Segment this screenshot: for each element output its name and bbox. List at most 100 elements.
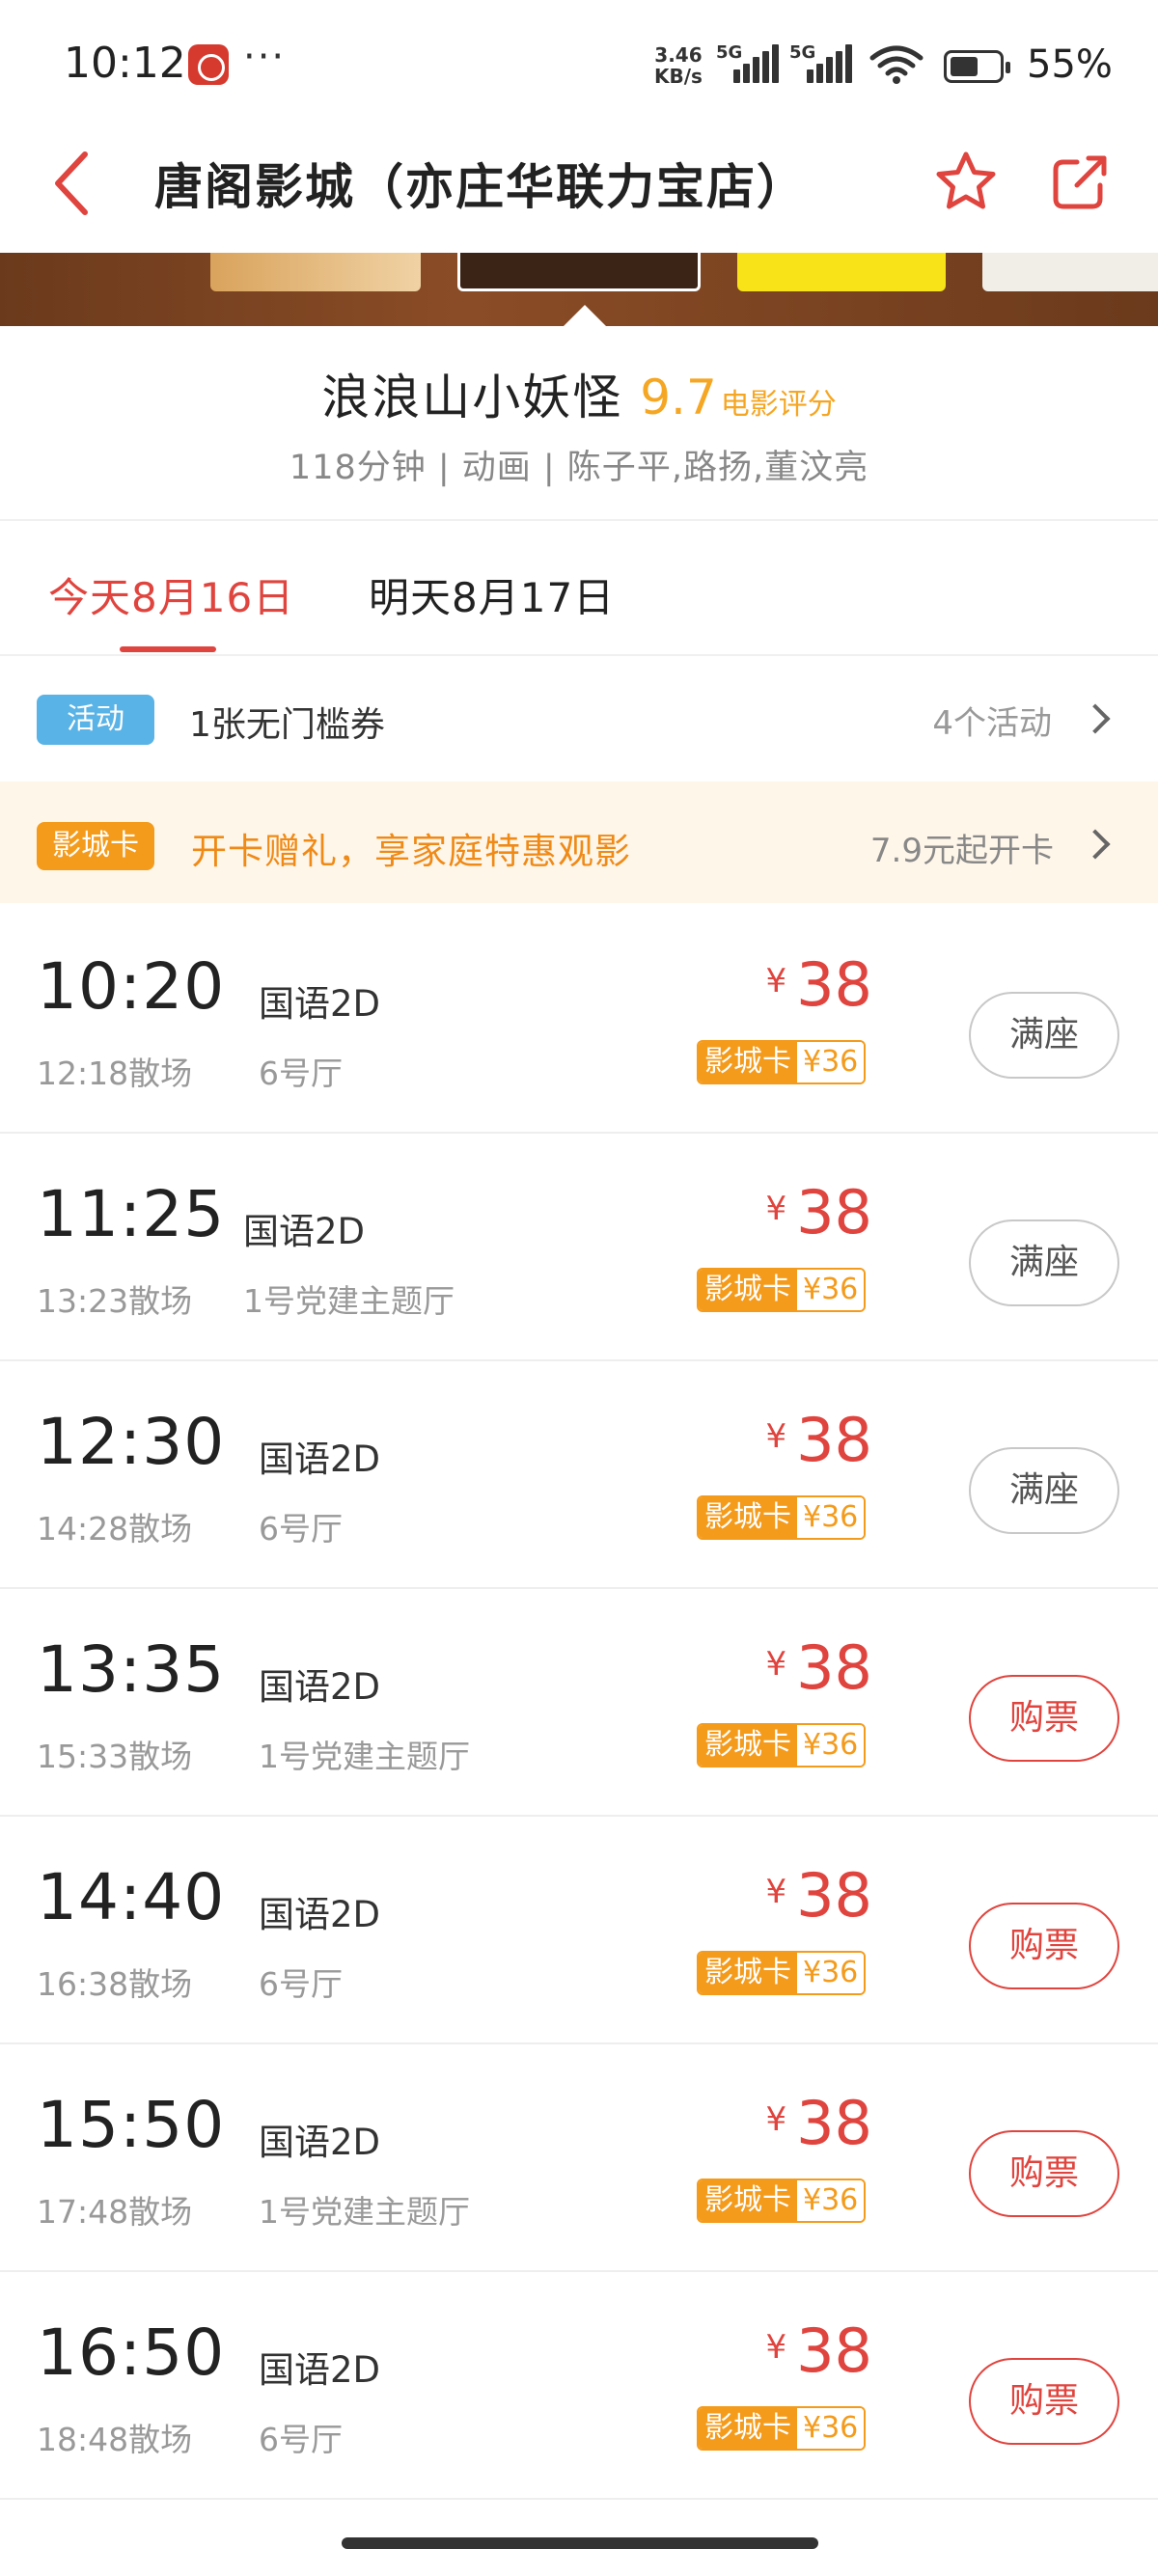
show-price: ¥38 xyxy=(765,949,872,1020)
movie-title-row: 浪浪山小妖怪 9.7 电影评分 xyxy=(0,359,1158,428)
currency-symbol: ¥ xyxy=(765,1417,787,1456)
currency-symbol: ¥ xyxy=(765,2328,787,2367)
app-notification-icon xyxy=(188,44,229,85)
show-end-time: 14:28散场 xyxy=(37,1510,193,1548)
activity-count: 4个活动 xyxy=(932,704,1052,743)
price-value: 38 xyxy=(796,1860,872,1931)
show-price: ¥38 xyxy=(765,1405,872,1475)
show-price: ¥38 xyxy=(765,2088,872,2158)
price-value: 38 xyxy=(796,949,872,1020)
show-hall: 6号厅 xyxy=(259,1510,343,1548)
show-language: 国语2D xyxy=(243,1211,366,1252)
divider xyxy=(0,654,1158,656)
status-bar: 10:12 ··· 3.46 KB/s 5G 5G 55% xyxy=(0,0,1158,130)
card-tag-label: 影城卡 xyxy=(699,2408,797,2449)
status-time: 10:12 xyxy=(64,39,186,88)
card-price-tag: 影城卡 ¥36 xyxy=(697,2406,867,2451)
card-tag-price: ¥36 xyxy=(797,2180,865,2221)
showtime-row[interactable]: 10:20 12:18散场 国语2D 6号厅 ¥38 影城卡 ¥36 满座 xyxy=(0,907,1158,1134)
show-end-time: 15:33散场 xyxy=(37,1738,193,1775)
price-value: 38 xyxy=(796,1177,872,1247)
date-tabs: 今天8月16日 明天8月17日 xyxy=(0,521,1158,656)
chevron-right-icon xyxy=(1080,829,1111,860)
card-price-tag: 影城卡 ¥36 xyxy=(697,2179,867,2223)
net-speed-value: 3.46 xyxy=(654,43,703,67)
show-price: ¥38 xyxy=(765,1177,872,1247)
show-end-time: 16:38散场 xyxy=(37,1965,193,2003)
cinema-card-badge: 影城卡 xyxy=(37,822,154,870)
signal-icon xyxy=(733,44,782,83)
price-value: 38 xyxy=(796,2316,872,2386)
movie-score-label: 电影评分 xyxy=(720,388,837,422)
show-start-time: 10:20 xyxy=(37,949,226,1024)
show-start-time: 15:50 xyxy=(37,2088,226,2162)
show-end-time: 17:48散场 xyxy=(37,2193,193,2231)
star-icon[interactable] xyxy=(932,149,1000,216)
sold-out-button[interactable]: 满座 xyxy=(969,1447,1119,1534)
movie-meta: 118分钟 | 动画 | 陈子平,路扬,董汶亮 xyxy=(289,449,869,487)
show-language: 国语2D xyxy=(259,2349,381,2391)
currency-symbol: ¥ xyxy=(765,962,787,1000)
chevron-right-icon xyxy=(1080,703,1111,734)
currency-symbol: ¥ xyxy=(765,1190,787,1228)
card-tag-price: ¥36 xyxy=(797,1270,865,1310)
nav-header: 唐阁影城（亦庄华联力宝店） xyxy=(0,135,1158,251)
wifi-icon xyxy=(869,45,924,84)
show-start-time: 14:40 xyxy=(37,1860,226,1934)
activity-row[interactable]: 活动 1张无门槛券 4个活动 xyxy=(0,658,1158,780)
activity-text: 1张无门槛券 xyxy=(189,705,385,745)
show-language: 国语2D xyxy=(259,2122,381,2163)
tab-tomorrow[interactable]: 明天8月17日 xyxy=(369,565,615,624)
showtime-row[interactable]: 13:35 15:33散场 国语2D 1号党建主题厅 ¥38 影城卡 ¥36 购票 xyxy=(0,1590,1158,1817)
sold-out-button[interactable]: 满座 xyxy=(969,1219,1119,1306)
net-speed: 3.46 KB/s xyxy=(654,44,703,87)
battery-percent: 55% xyxy=(1027,42,1113,87)
show-hall: 1号党建主题厅 xyxy=(259,2193,470,2231)
share-icon[interactable] xyxy=(1050,152,1110,212)
home-indicator[interactable] xyxy=(342,2537,818,2549)
signal-icon-2 xyxy=(807,44,855,83)
card-tag-price: ¥36 xyxy=(797,1953,865,1993)
show-end-time: 13:23散场 xyxy=(37,1282,193,1320)
show-language: 国语2D xyxy=(259,1894,381,1935)
net-speed-unit: KB/s xyxy=(654,65,703,88)
card-tag-label: 影城卡 xyxy=(699,1270,797,1310)
currency-symbol: ¥ xyxy=(765,1873,787,1911)
poster-thumb-selected[interactable] xyxy=(457,253,701,291)
show-hall: 1号党建主题厅 xyxy=(259,1738,470,1775)
showtime-row[interactable]: 11:25 13:23散场 国语2D 1号党建主题厅 ¥38 影城卡 ¥36 满座 xyxy=(0,1135,1158,1361)
activity-badge: 活动 xyxy=(37,695,154,745)
poster-thumb[interactable] xyxy=(982,253,1158,291)
showtime-row[interactable]: 12:30 14:28散场 国语2D 6号厅 ¥38 影城卡 ¥36 满座 xyxy=(0,1362,1158,1589)
card-tag-price: ¥36 xyxy=(797,2408,865,2449)
sold-out-button[interactable]: 满座 xyxy=(969,992,1119,1079)
currency-symbol: ¥ xyxy=(765,2100,787,2139)
movie-score: 9.7 xyxy=(640,370,717,425)
buy-ticket-button[interactable]: 购票 xyxy=(969,1903,1119,1989)
show-hall: 1号党建主题厅 xyxy=(243,1282,455,1320)
poster-thumb[interactable] xyxy=(737,253,946,291)
battery-icon xyxy=(944,50,1010,83)
movie-info[interactable]: 浪浪山小妖怪 9.7 电影评分 118分钟 | 动画 | 陈子平,路扬,董汶亮 xyxy=(0,326,1158,519)
poster-thumb[interactable] xyxy=(210,253,421,291)
card-tag-price: ¥36 xyxy=(797,1497,865,1538)
show-language: 国语2D xyxy=(259,983,381,1025)
buy-ticket-button[interactable]: 购票 xyxy=(969,2358,1119,2445)
showtime-row[interactable]: 14:40 16:38散场 国语2D 6号厅 ¥38 影城卡 ¥36 购票 xyxy=(0,1818,1158,2044)
price-value: 38 xyxy=(796,2088,872,2158)
back-arrow-icon[interactable] xyxy=(46,145,104,222)
card-tag-price: ¥36 xyxy=(797,1725,865,1766)
show-hall: 6号厅 xyxy=(259,2421,343,2458)
buy-ticket-button[interactable]: 购票 xyxy=(969,1675,1119,1762)
show-end-time: 18:48散场 xyxy=(37,2421,193,2458)
cinema-card-row[interactable]: 影城卡 开卡赠礼，享家庭特惠观影 7.9元起开卡 xyxy=(0,781,1158,903)
tab-active-indicator xyxy=(120,646,216,652)
buy-ticket-button[interactable]: 购票 xyxy=(969,2130,1119,2217)
card-tag-label: 影城卡 xyxy=(699,1725,797,1766)
tab-today[interactable]: 今天8月16日 xyxy=(48,565,294,624)
card-price-tag: 影城卡 ¥36 xyxy=(697,1495,867,1540)
poster-pointer xyxy=(564,305,606,326)
showtime-row[interactable]: 16:50 18:48散场 国语2D 6号厅 ¥38 影城卡 ¥36 购票 xyxy=(0,2273,1158,2500)
show-end-time: 12:18散场 xyxy=(37,1055,193,1092)
showtime-row[interactable]: 15:50 17:48散场 国语2D 1号党建主题厅 ¥38 影城卡 ¥36 购票 xyxy=(0,2045,1158,2272)
